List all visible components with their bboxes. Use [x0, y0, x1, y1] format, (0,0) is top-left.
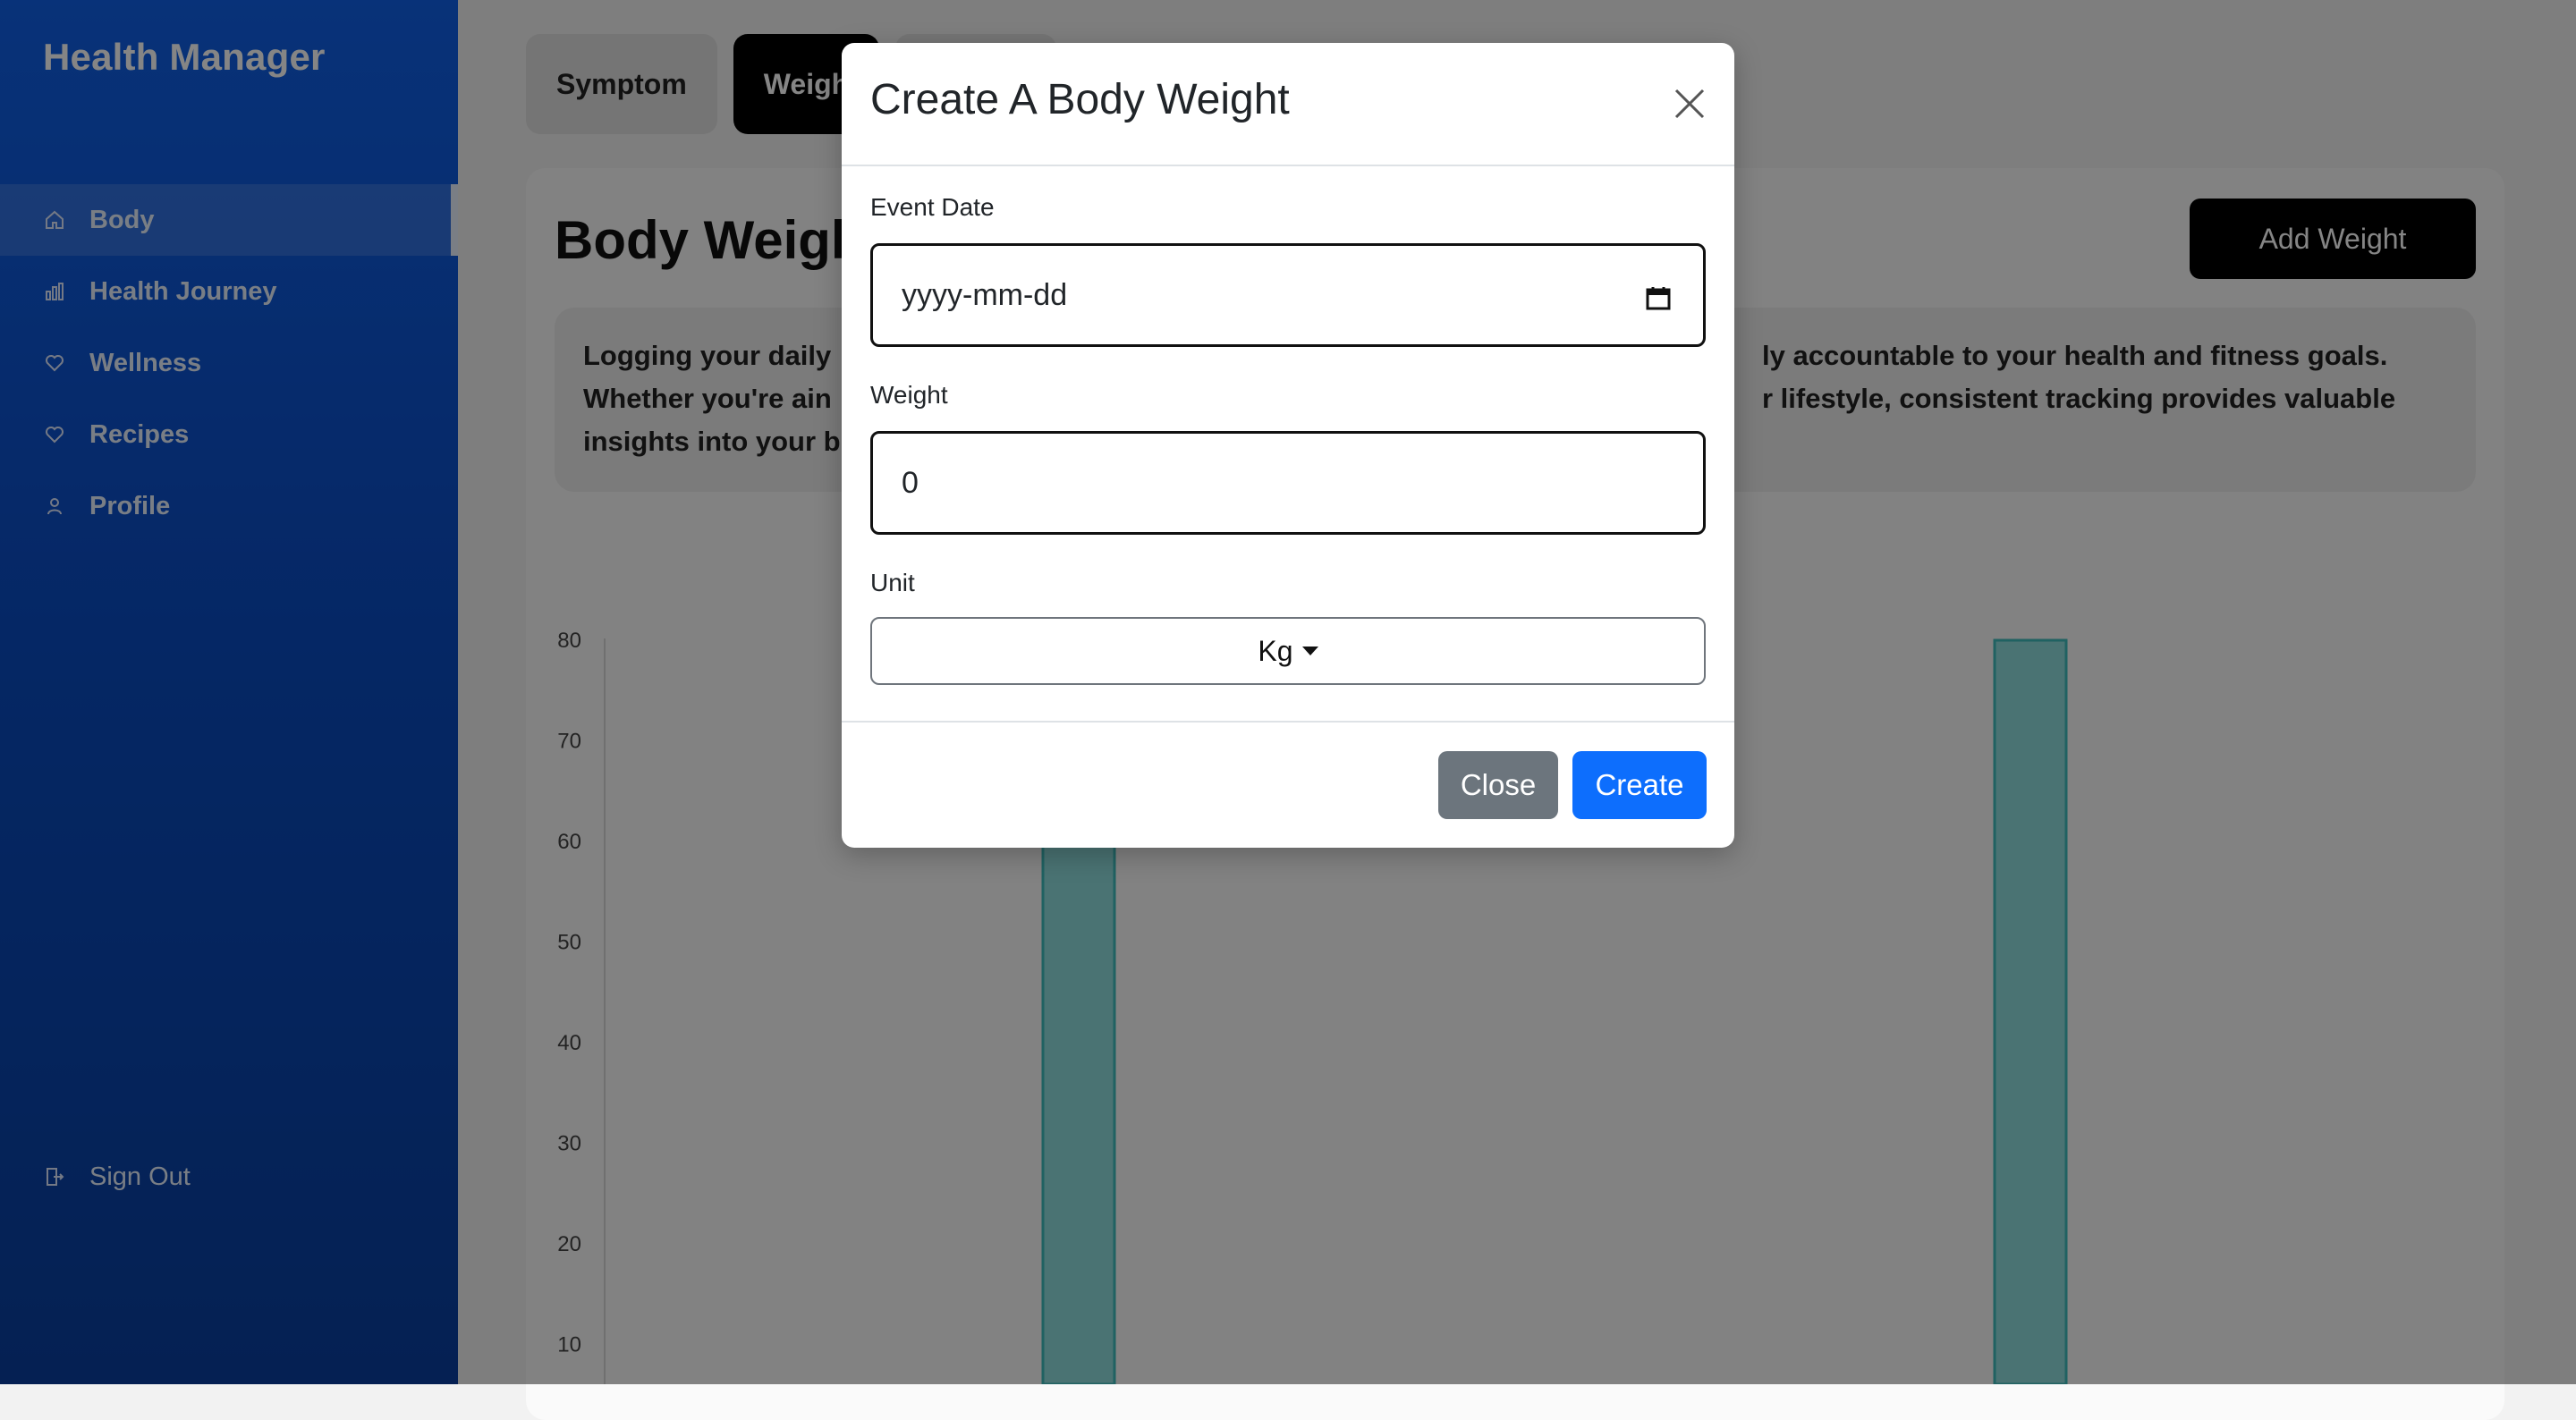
chevron-down-icon — [1301, 647, 1318, 655]
unit-select[interactable]: Kg — [870, 617, 1706, 685]
create-weight-modal: Create A Body Weight Event Date yyyy-mm-… — [842, 43, 1734, 848]
create-button[interactable]: Create — [1572, 751, 1707, 819]
event-date-label: Event Date — [870, 193, 995, 221]
modal-title: Create A Body Weight — [870, 76, 1290, 123]
close-icon[interactable] — [1670, 84, 1709, 123]
weight-value: 0 — [902, 465, 919, 500]
modal-header: Create A Body Weight — [842, 43, 1734, 166]
modal-footer: Close Create — [842, 721, 1734, 848]
event-date-field[interactable]: yyyy-mm-dd — [870, 243, 1706, 347]
weight-form: Event Date yyyy-mm-dd Weight 0 Unit Kg — [870, 193, 1706, 685]
unit-label: Unit — [870, 569, 915, 596]
weight-field[interactable]: 0 — [870, 431, 1706, 535]
calendar-icon[interactable] — [1646, 283, 1671, 318]
unit-value: Kg — [1258, 634, 1293, 667]
event-date-placeholder: yyyy-mm-dd — [902, 277, 1068, 312]
weight-label: Weight — [870, 381, 948, 409]
close-button[interactable]: Close — [1438, 751, 1558, 819]
